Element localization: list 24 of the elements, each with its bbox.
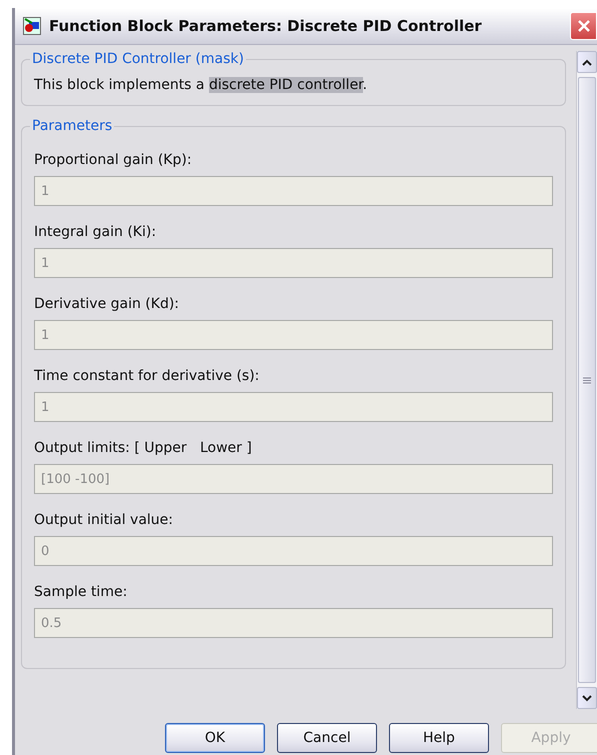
group-title: Parameters — [31, 118, 114, 134]
parameter-label: Time constant for derivative (s): — [34, 368, 260, 384]
caret-down-icon — [582, 694, 592, 702]
dialog-button[interactable]: OK — [165, 723, 265, 753]
scroll-thumb[interactable] — [578, 77, 596, 683]
parameter-label: Integral gain (Ki): — [34, 224, 158, 240]
parameter-label: Proportional gain (Kp): — [34, 152, 193, 168]
block-description: This block implements a discrete PID controller. — [34, 77, 368, 93]
parameter-label: Derivative gain (Kd): — [34, 296, 180, 312]
scrollbar[interactable] — [576, 51, 597, 709]
parameter-label: Output initial value: — [34, 512, 174, 528]
block-diagram-icon — [23, 17, 41, 35]
parameter-label: Sample time: — [34, 584, 128, 600]
dialog-button[interactable]: Help — [389, 723, 489, 753]
parameter-label: Output limits: [ Upper Lower ] — [34, 440, 253, 456]
scroll-down-button[interactable] — [577, 687, 597, 709]
caret-up-icon — [582, 58, 592, 66]
scroll-up-button[interactable] — [577, 51, 597, 73]
close-button[interactable] — [570, 12, 597, 40]
grip-icon — [583, 376, 591, 384]
dialog-button[interactable]: Cancel — [277, 723, 377, 753]
window-title: Function Block Parameters: Discrete PID Controller — [49, 17, 482, 35]
group-title: Discrete PID Controller (mask) — [31, 51, 245, 67]
close-icon — [576, 19, 590, 33]
